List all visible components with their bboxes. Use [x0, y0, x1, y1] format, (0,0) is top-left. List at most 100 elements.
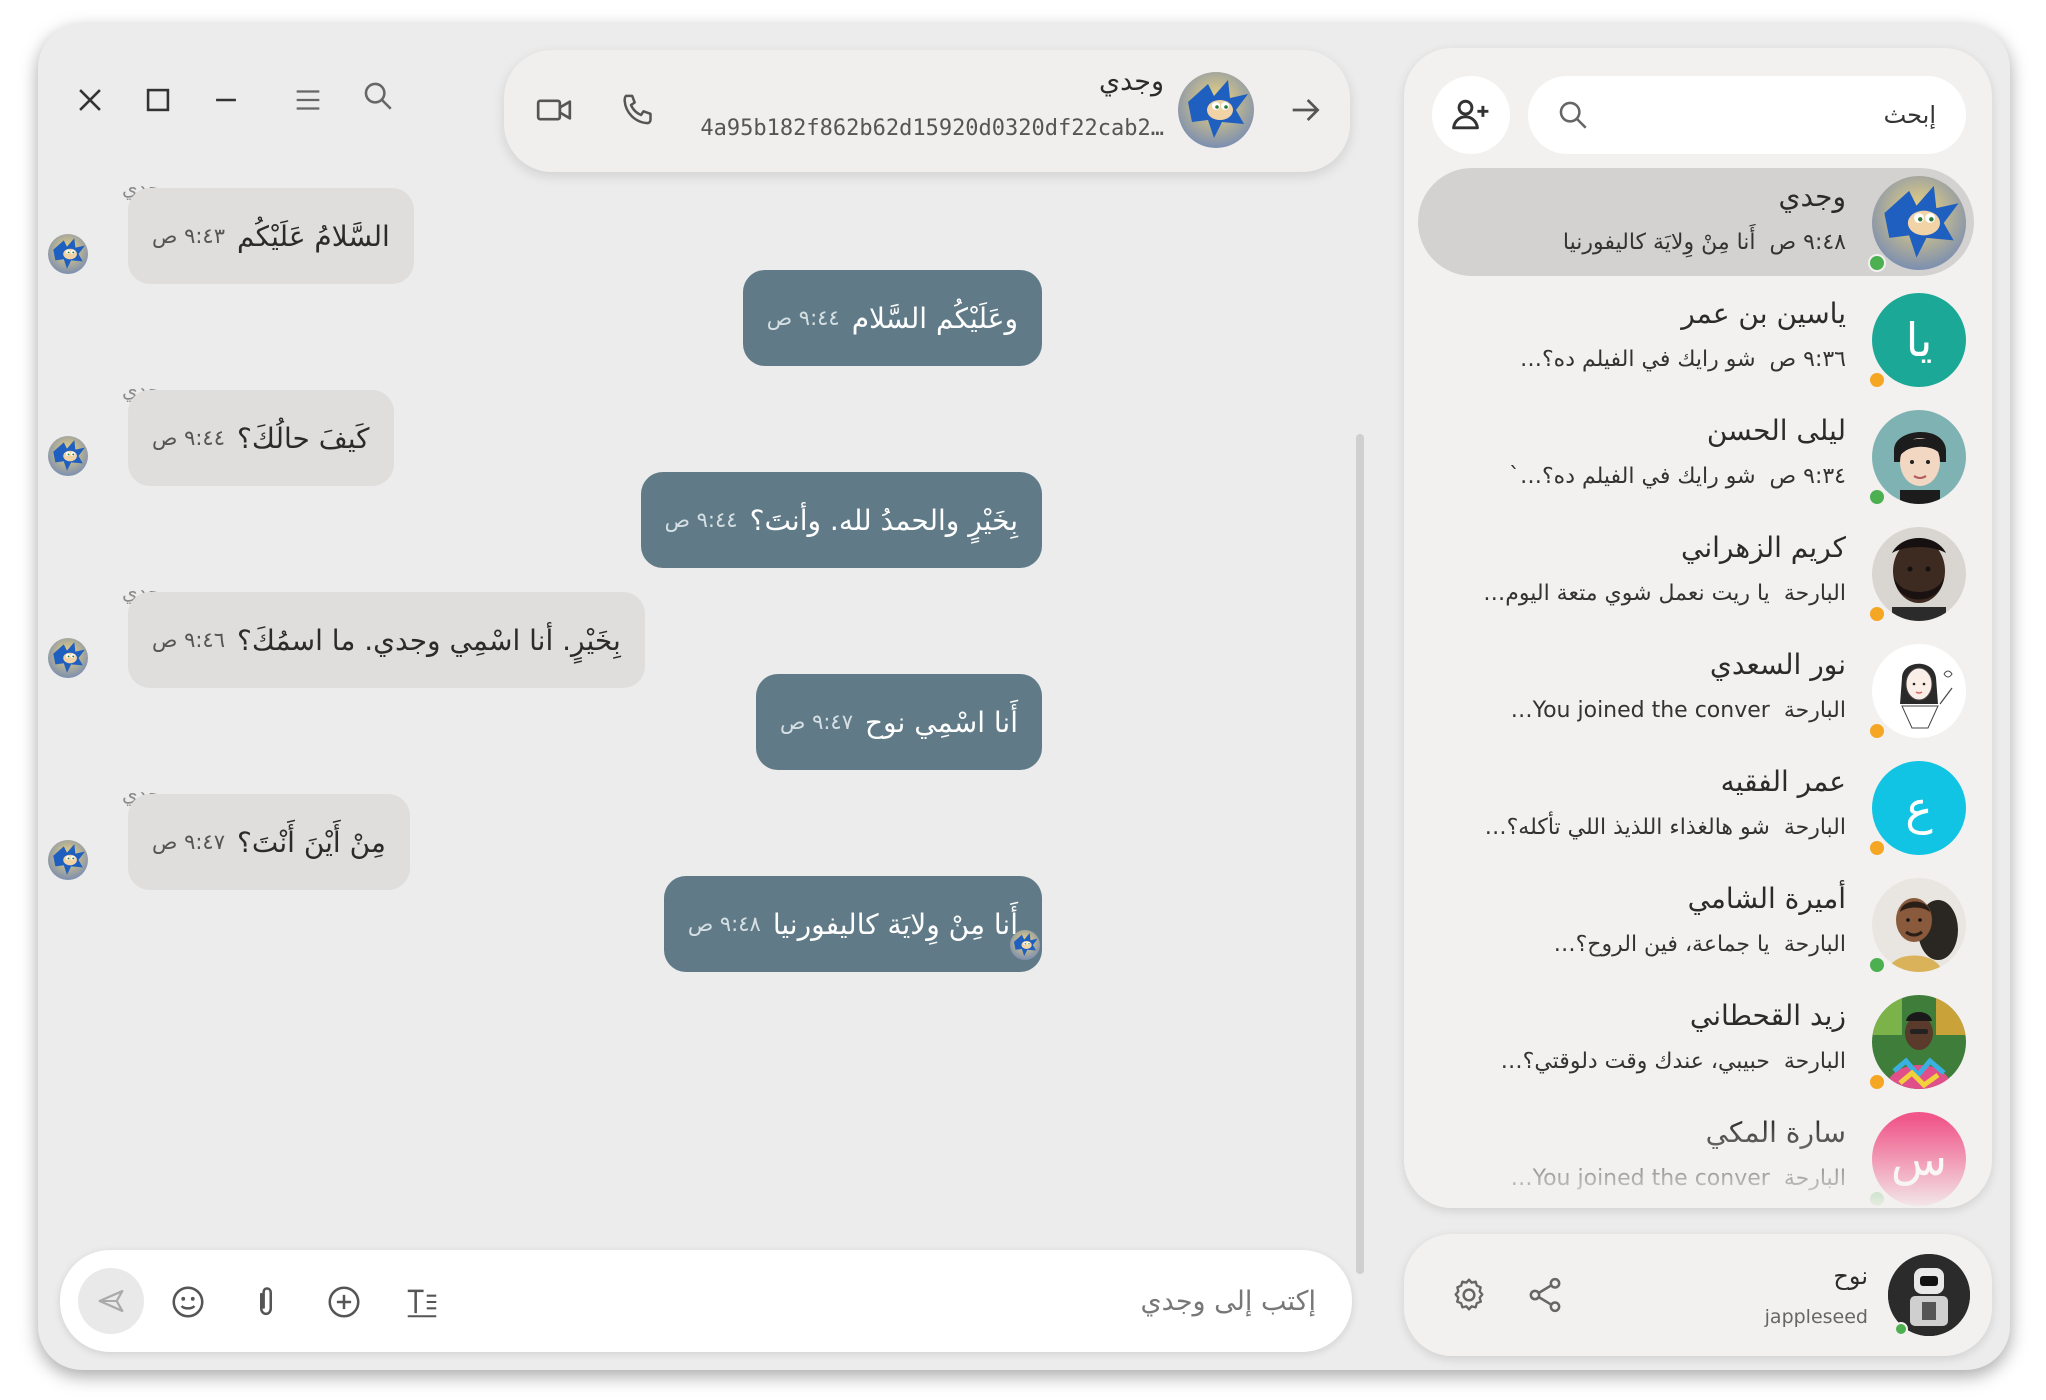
- contact-name: سارة المكي: [1705, 1116, 1846, 1149]
- voice-call-button[interactable]: [612, 84, 664, 136]
- contact-avatar: [1872, 410, 1966, 504]
- contact-item[interactable]: وجدي ٩:٤٨ ص أَنا مِنْ وِلايَة كاليفورنيا: [1418, 168, 1974, 276]
- outgoing-message[interactable]: ٩:٤٤ ص بِخَيْرٍ والحمدُ لله. وأنتَ؟: [640, 472, 1042, 568]
- outgoing-message[interactable]: ٩:٤٨ ص أَنا مِنْ وِلايَة كاليفورنيا: [663, 876, 1042, 972]
- share-icon: [1529, 1277, 1561, 1313]
- contact-preview-row: البارحة شو هالغذاء اللذيذ اللي تأكله؟…: [1485, 815, 1846, 840]
- contact-item[interactable]: س سارة المكي البارحة You joined the conver…: [1418, 1104, 1974, 1208]
- share-button[interactable]: [1518, 1268, 1572, 1322]
- maximize-icon: [146, 88, 170, 112]
- search-icon: [364, 82, 392, 110]
- contact-avatar: ع: [1872, 761, 1966, 855]
- message-time: ٩:٤٧ ص: [779, 710, 853, 734]
- outgoing-message[interactable]: ٩:٤٧ ص أَنا اسْمِي نوح: [755, 674, 1042, 770]
- contact-initials: س: [1890, 1132, 1948, 1186]
- incoming-message[interactable]: ٩:٤٦ ص بِخَيْرٍ. أنا اسْمِي وجدي. ما اسمُ…: [128, 592, 645, 688]
- contact-time: ٩:٤٨ ص: [1769, 230, 1846, 255]
- minimize-button[interactable]: [198, 72, 254, 128]
- contact-name: ياسين بن عمر: [1681, 297, 1846, 330]
- incoming-message[interactable]: ٩:٤٣ ص السَّلامُ عَلَيْكُم: [128, 188, 414, 284]
- conversation-sidebar: وجدي ٩:٤٨ ص أَنا مِنْ وِلايَة كاليفورنيا يا…: [1404, 48, 1992, 1208]
- message-avatar: [48, 840, 88, 880]
- contact-name: ليلى الحسن: [1706, 414, 1846, 447]
- message-time: ٩:٤٤ ص: [152, 426, 225, 450]
- contact-avatar: [1872, 995, 1966, 1089]
- message-avatar: [48, 638, 88, 678]
- settings-icon: [1454, 1278, 1484, 1311]
- app-window: وجدي 4a95b182f862b62d15920d0320df22cab2……: [38, 24, 2010, 1370]
- status-dot: [1868, 488, 1886, 506]
- contact-last-message: You joined the conver…: [1510, 1166, 1770, 1191]
- contact-search-input[interactable]: [1606, 92, 1936, 138]
- incoming-message[interactable]: ٩:٤٧ ص مِنْ أَيْنَ أَنْتَ؟: [128, 794, 410, 890]
- contact-name: وجدي: [1778, 180, 1846, 213]
- emoji-button[interactable]: [160, 1274, 216, 1330]
- contact-preview-row: البارحة You joined the conver…: [1511, 698, 1846, 723]
- chat-contact-name: وجدي: [1098, 66, 1164, 97]
- contact-item[interactable]: زيد القحطاني البارحة حبيبي، عندك وقت دلوقت…: [1418, 987, 1974, 1095]
- message-text: كَيفَ حالُكَ؟: [237, 421, 370, 455]
- contact-time: ٩:٣٦ ص: [1769, 347, 1846, 372]
- contact-avatar: س: [1872, 1112, 1966, 1206]
- contact-item[interactable]: ع عمر الفقيه البارحة شو هالغذاء اللذيذ اللي…: [1418, 753, 1974, 861]
- profile-username: jappleseed: [1764, 1306, 1868, 1328]
- message-text: بِخَيْرٍ. أنا اسْمِي وجدي. ما اسمُكَ؟: [237, 623, 621, 657]
- text-format-button[interactable]: [394, 1274, 450, 1330]
- contact-item[interactable]: كريم الزهراني البارحة يا ريت نعمل شوي متعة…: [1418, 519, 1974, 627]
- contact-item[interactable]: ليلى الحسن ٩:٣٤ ص شو رايك في الفيلم ده؟…`: [1418, 402, 1974, 510]
- contact-time: البارحة: [1783, 815, 1846, 840]
- close-button[interactable]: [62, 72, 118, 128]
- emoji-icon: [172, 1286, 204, 1318]
- message-time: ٩:٤٣ ص: [152, 224, 225, 248]
- contact-preview-row: البارحة يا جماعة، فين الروح؟…: [1554, 932, 1846, 957]
- contact-name: زيد القحطاني: [1689, 999, 1846, 1032]
- outgoing-message[interactable]: ٩:٤٤ ص وعَلَيْكُم السَّلام: [742, 270, 1042, 366]
- contact-time: البارحة: [1783, 932, 1846, 957]
- chat-contact-id: 4a95b182f862b62d15920d0320df22cab2…: [700, 116, 1164, 141]
- contact-last-message: يا ريت نعمل شوي متعة اليوم…: [1483, 581, 1770, 606]
- contact-name: عمر الفقيه: [1720, 765, 1846, 798]
- message-input[interactable]: [676, 1276, 1316, 1326]
- status-dot: [1868, 371, 1886, 389]
- maximize-button[interactable]: [130, 72, 186, 128]
- contact-avatar: [1872, 527, 1966, 621]
- contact-initials: يا: [1905, 313, 1933, 367]
- contact-time: البارحة: [1783, 581, 1846, 606]
- contact-time: البارحة: [1783, 698, 1846, 723]
- text-format-icon: [407, 1289, 437, 1318]
- message-avatar: [48, 234, 88, 274]
- settings-button[interactable]: [1442, 1268, 1496, 1322]
- attach-button[interactable]: [238, 1274, 294, 1330]
- send-icon: [98, 1289, 124, 1313]
- contact-item[interactable]: أميرة الشامي البارحة يا جماعة، فين الروح؟…: [1418, 870, 1974, 978]
- menu-button[interactable]: [280, 72, 336, 128]
- arrow-forward-icon: [1292, 99, 1320, 121]
- contact-time: ٩:٣٤ ص: [1769, 464, 1846, 489]
- contact-time: البارحة: [1783, 1166, 1846, 1191]
- contact-initials: ع: [1905, 781, 1933, 835]
- contact-last-message: شو رايك في الفيلم ده؟…`: [1508, 464, 1756, 489]
- menu-icon: [296, 90, 320, 110]
- incoming-message[interactable]: ٩:٤٤ ص كَيفَ حالُكَ؟: [128, 390, 394, 486]
- contact-search: [1528, 76, 1966, 154]
- message-avatar: [1010, 930, 1040, 960]
- message-scrollbar[interactable]: [1356, 434, 1364, 1274]
- add-icon: [328, 1286, 360, 1318]
- message-time: ٩:٤٨ ص: [687, 912, 761, 936]
- contact-item[interactable]: يا ياسين بن عمر ٩:٣٦ ص شو رايك في الفيلم ده…: [1418, 285, 1974, 393]
- video-call-button[interactable]: [528, 84, 580, 136]
- contact-item[interactable]: نور السعدي البارحة You joined the conver…: [1418, 636, 1974, 744]
- forward-button[interactable]: [1280, 84, 1332, 136]
- composer: [60, 1250, 1352, 1352]
- add-attachment-button[interactable]: [316, 1274, 372, 1330]
- search-button[interactable]: [350, 68, 406, 124]
- send-button[interactable]: [78, 1268, 144, 1334]
- search-icon: [1559, 101, 1587, 129]
- add-contact-button[interactable]: [1432, 76, 1510, 154]
- contact-preview-row: ٩:٤٨ ص أَنا مِنْ وِلايَة كاليفورنيا: [1563, 230, 1846, 255]
- add-contact-icon: [1452, 99, 1489, 130]
- message-time: ٩:٤٧ ص: [152, 830, 225, 854]
- contact-last-message: شو هالغذاء اللذيذ اللي تأكله؟…: [1484, 815, 1770, 840]
- contact-time: البارحة: [1783, 1049, 1846, 1074]
- chat-contact-avatar[interactable]: [1178, 72, 1254, 148]
